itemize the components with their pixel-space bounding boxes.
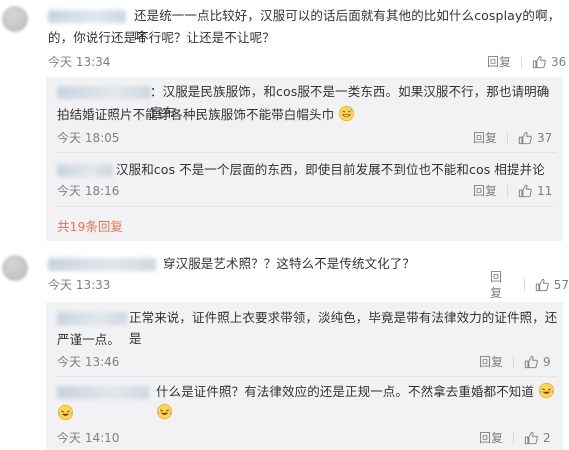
- reply-button[interactable]: 回复: [473, 183, 497, 199]
- reply-text-line2: 拍结婚证照片不能穿各种民族服饰不能带白帽头巾: [57, 104, 557, 125]
- reply-button[interactable]: 回复: [490, 269, 514, 301]
- reply-divider: [56, 376, 556, 377]
- reply-actions: 回复 2: [479, 430, 551, 446]
- reply-username[interactable]: [57, 385, 149, 399]
- comment-actions: 回复 36: [487, 54, 566, 70]
- like-count: 37: [537, 131, 553, 145]
- reply-time: 今天 18:05: [57, 131, 120, 145]
- like-count: 11: [537, 184, 553, 198]
- comment-time: 今天 13:33: [48, 278, 111, 292]
- reply-button[interactable]: 回复: [479, 354, 503, 370]
- like-count: 36: [551, 55, 567, 69]
- comment-text-line2: 的，你说行还是不行呢？让还是不让呢？: [48, 30, 275, 45]
- laughing-tears-emoji: [156, 403, 173, 420]
- username[interactable]: [48, 257, 156, 271]
- thumbs-up-icon[interactable]: [524, 355, 538, 369]
- thumbs-up-icon[interactable]: [518, 131, 532, 145]
- laughing-tears-emoji: [57, 404, 74, 421]
- avatar[interactable]: [2, 6, 28, 32]
- reply-time: 今天 18:16: [57, 184, 120, 198]
- reply-actions: 回复 9: [479, 354, 551, 370]
- reply-text: 什么是证件照？有法律效应的还是正规一点。不然拿去重婚都不知道: [156, 381, 561, 423]
- reply-divider: [56, 206, 556, 207]
- reply-actions: 回复 37: [473, 130, 552, 146]
- reply-button[interactable]: 回复: [487, 54, 511, 70]
- reply-text-line2: 严谨一点。: [57, 332, 121, 347]
- reply-time: 今天 13:46: [57, 355, 120, 369]
- sweat-smile-emoji: [339, 105, 355, 122]
- reply-username[interactable]: [57, 163, 113, 177]
- divider: [521, 56, 523, 68]
- comment-actions: 回复 57: [490, 270, 569, 300]
- more-replies-link[interactable]: 共19条回复: [57, 216, 123, 235]
- thumbs-up-icon[interactable]: [518, 184, 532, 198]
- like-count: 57: [553, 278, 569, 292]
- like-count: 9: [543, 355, 551, 369]
- thumbs-up-icon[interactable]: [535, 278, 549, 292]
- reply-text: 汉服和cos 不是一个层面的东西，即使目前发展不到位也不能和cos 相提并论: [116, 162, 545, 177]
- laughing-tears-emoji: [539, 382, 555, 399]
- reply-time: 今天 14:10: [57, 431, 120, 445]
- divider: [513, 356, 515, 368]
- reply-username[interactable]: [57, 85, 151, 99]
- username[interactable]: [48, 9, 126, 23]
- divider: [523, 279, 525, 291]
- reply-username[interactable]: [57, 311, 127, 325]
- thumbs-up-icon[interactable]: [532, 55, 546, 69]
- reply-text-line2: [57, 403, 117, 424]
- comment-time: 今天 13:34: [48, 55, 111, 69]
- like-count: 2: [543, 431, 551, 445]
- divider: [513, 432, 515, 444]
- divider: [507, 132, 509, 144]
- thumbs-up-icon[interactable]: [524, 431, 538, 445]
- reply-divider: [56, 152, 556, 153]
- avatar[interactable]: [2, 255, 28, 281]
- reply-button[interactable]: 回复: [479, 430, 503, 446]
- reply-button[interactable]: 回复: [473, 130, 497, 146]
- divider: [507, 185, 509, 197]
- reply-actions: 回复 11: [473, 183, 552, 199]
